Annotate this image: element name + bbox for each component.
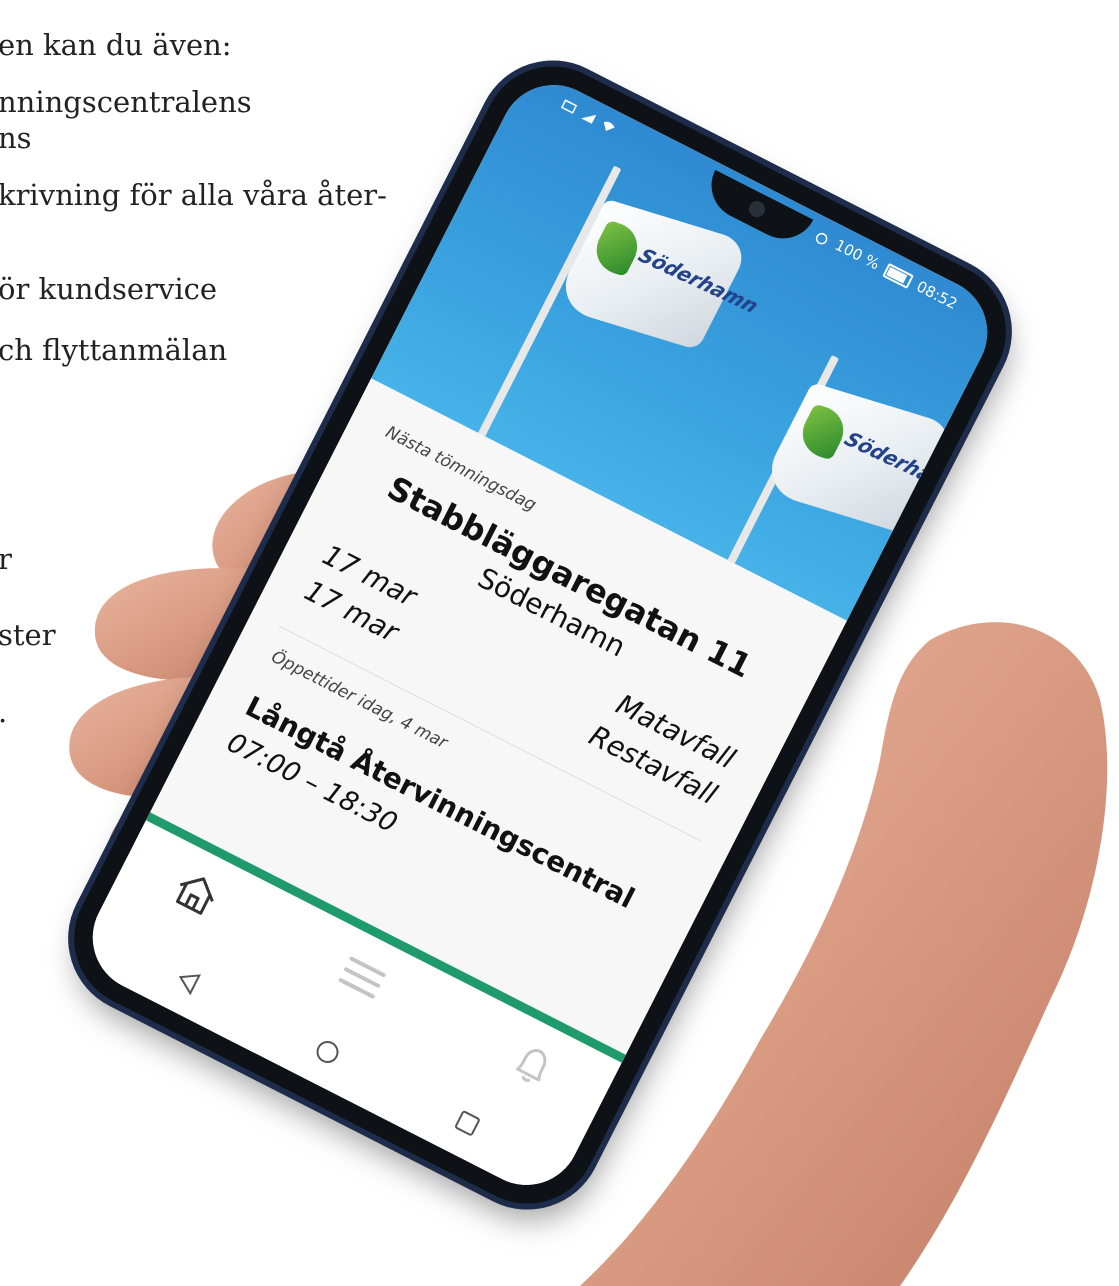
wifi-icon	[600, 116, 618, 133]
leaf-logo-icon	[586, 220, 648, 277]
back-icon[interactable]	[161, 954, 215, 1008]
home-icon[interactable]	[157, 855, 236, 932]
notification-icon	[560, 96, 579, 114]
home-circle-icon[interactable]	[301, 1025, 355, 1079]
menu-icon[interactable]	[323, 939, 402, 1016]
battery-percent: 100 %	[831, 235, 883, 274]
flag: Söderhamn	[551, 198, 763, 351]
flag-text: Söderhamn	[633, 243, 764, 318]
recent-square-icon[interactable]	[441, 1096, 495, 1150]
leaf-logo-icon	[792, 403, 854, 461]
battery-icon	[882, 262, 914, 289]
bell-icon[interactable]	[494, 1026, 573, 1103]
alarm-icon	[814, 228, 832, 245]
status-time: 08:52	[913, 277, 961, 313]
signal-icon	[581, 106, 599, 124]
